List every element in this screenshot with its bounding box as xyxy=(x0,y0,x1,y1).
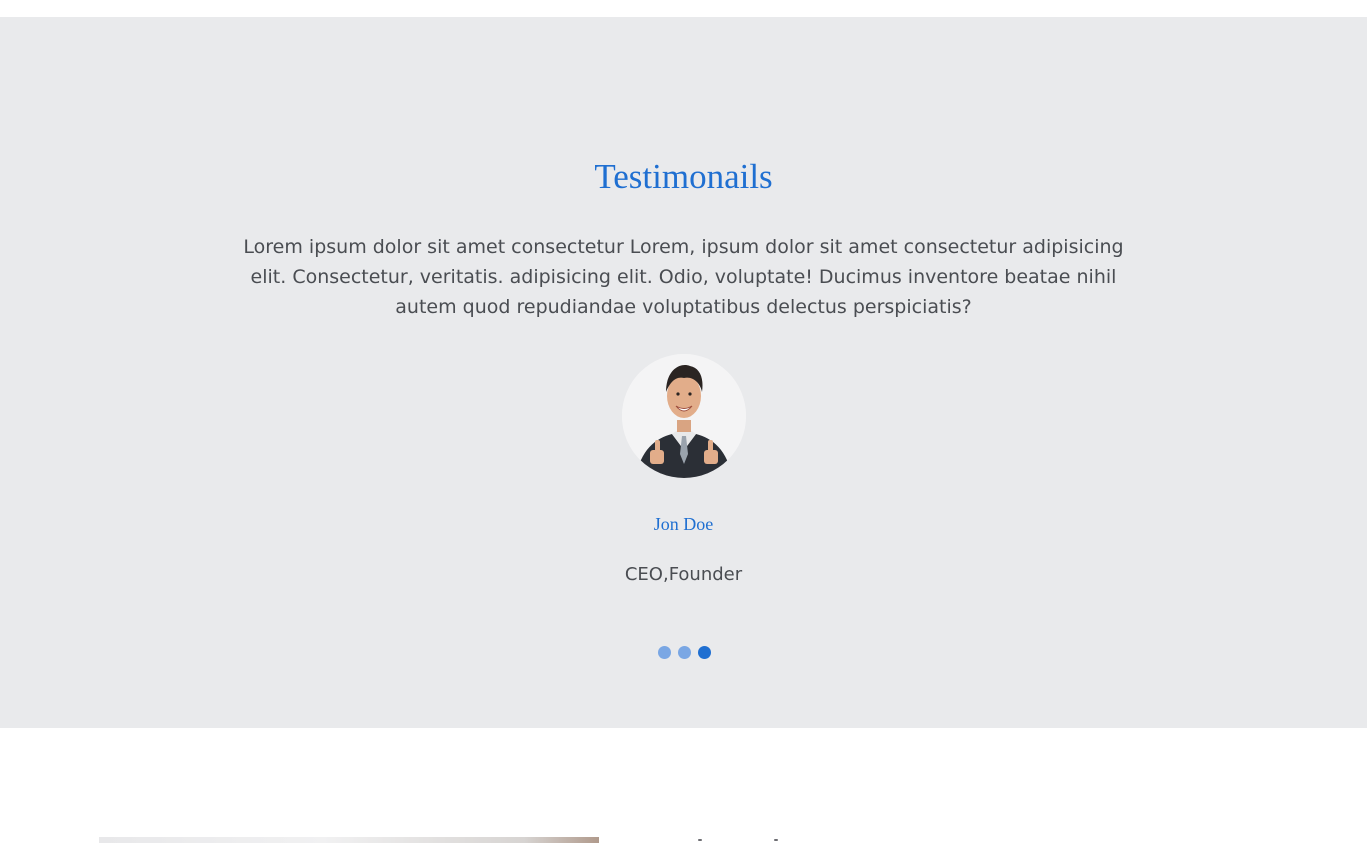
person-role: CEO,Founder xyxy=(624,564,743,585)
page: Testimonails Lorem ipsum dolor sit amet … xyxy=(0,0,1367,843)
carousel-dot-3-active[interactable] xyxy=(698,646,711,659)
next-section-image xyxy=(99,837,599,843)
person-name: Jon Doe xyxy=(653,514,714,534)
avatar xyxy=(622,354,746,478)
carousel-indicators xyxy=(656,646,714,660)
section-title: Testimonails xyxy=(594,157,773,196)
person-photo-icon xyxy=(622,354,746,478)
carousel-dot-1[interactable] xyxy=(658,646,671,659)
next-section-heading-fragment xyxy=(668,837,788,843)
testimonial-quote: Lorem ipsum dolor sit amet consectetur L… xyxy=(243,236,1124,318)
glyph-fragment xyxy=(698,839,702,841)
glyph-fragment xyxy=(774,839,778,841)
carousel-dot-2[interactable] xyxy=(678,646,691,659)
